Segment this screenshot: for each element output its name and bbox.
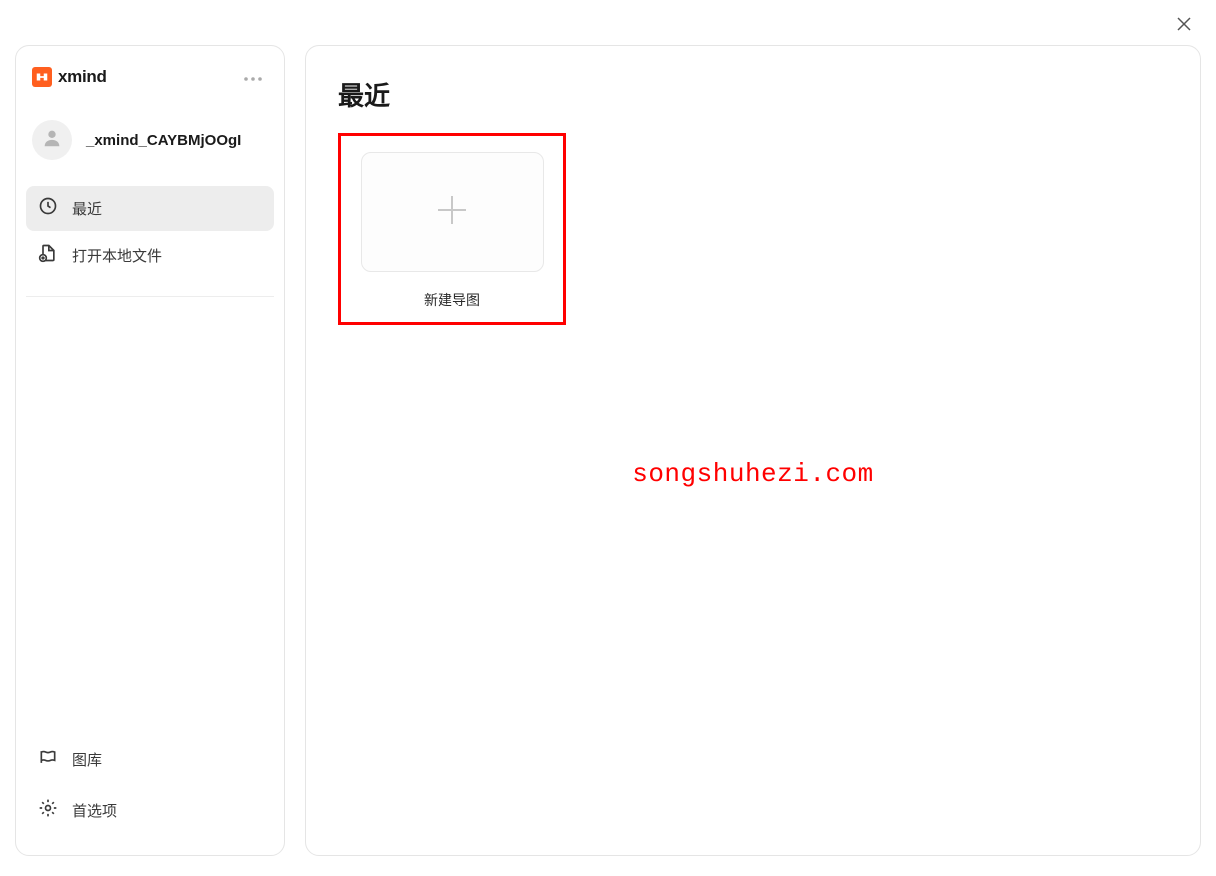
app-window: xmind bbox=[0, 0, 1216, 876]
sidebar-header: xmind bbox=[26, 64, 274, 90]
create-label: 新建导图 bbox=[424, 290, 480, 310]
user-profile[interactable]: _xmind_CAYBMjOOgI bbox=[26, 112, 274, 168]
nav-label: 图库 bbox=[72, 749, 102, 770]
nav-section: 最近 打开本地文件 bbox=[26, 186, 274, 297]
sidebar: xmind bbox=[15, 45, 285, 856]
sidebar-item-recent[interactable]: 最近 bbox=[26, 186, 274, 231]
user-icon bbox=[41, 127, 63, 154]
sidebar-bottom: 图库 首选项 bbox=[26, 735, 274, 835]
watermark-text: songshuhezi.com bbox=[632, 459, 874, 489]
gallery-icon bbox=[38, 747, 58, 772]
file-add-icon bbox=[38, 243, 58, 268]
more-icon bbox=[244, 68, 262, 86]
nav-label: 打开本地文件 bbox=[72, 245, 162, 266]
create-new-map-card[interactable] bbox=[361, 152, 544, 272]
sidebar-item-open-local[interactable]: 打开本地文件 bbox=[26, 233, 274, 278]
close-icon bbox=[1176, 16, 1192, 37]
logo-text: xmind bbox=[58, 67, 107, 87]
gear-icon bbox=[38, 798, 58, 823]
main-content: 最近 新建导图 songshuhezi.com bbox=[305, 45, 1201, 856]
clock-icon bbox=[38, 196, 58, 221]
highlight-annotation: 新建导图 bbox=[338, 133, 566, 325]
plus-icon bbox=[432, 190, 472, 235]
page-title: 最近 bbox=[338, 76, 1168, 113]
logo[interactable]: xmind bbox=[32, 67, 107, 87]
nav-label: 首选项 bbox=[72, 800, 117, 821]
spacer bbox=[26, 297, 274, 735]
avatar bbox=[32, 120, 72, 160]
close-button[interactable] bbox=[1174, 16, 1194, 36]
sidebar-item-preferences[interactable]: 首选项 bbox=[26, 786, 274, 835]
nav-label: 最近 bbox=[72, 198, 102, 219]
username: _xmind_CAYBMjOOgI bbox=[86, 132, 241, 149]
more-button[interactable] bbox=[240, 64, 266, 90]
xmind-logo-icon bbox=[32, 67, 52, 87]
sidebar-item-gallery[interactable]: 图库 bbox=[26, 735, 274, 784]
